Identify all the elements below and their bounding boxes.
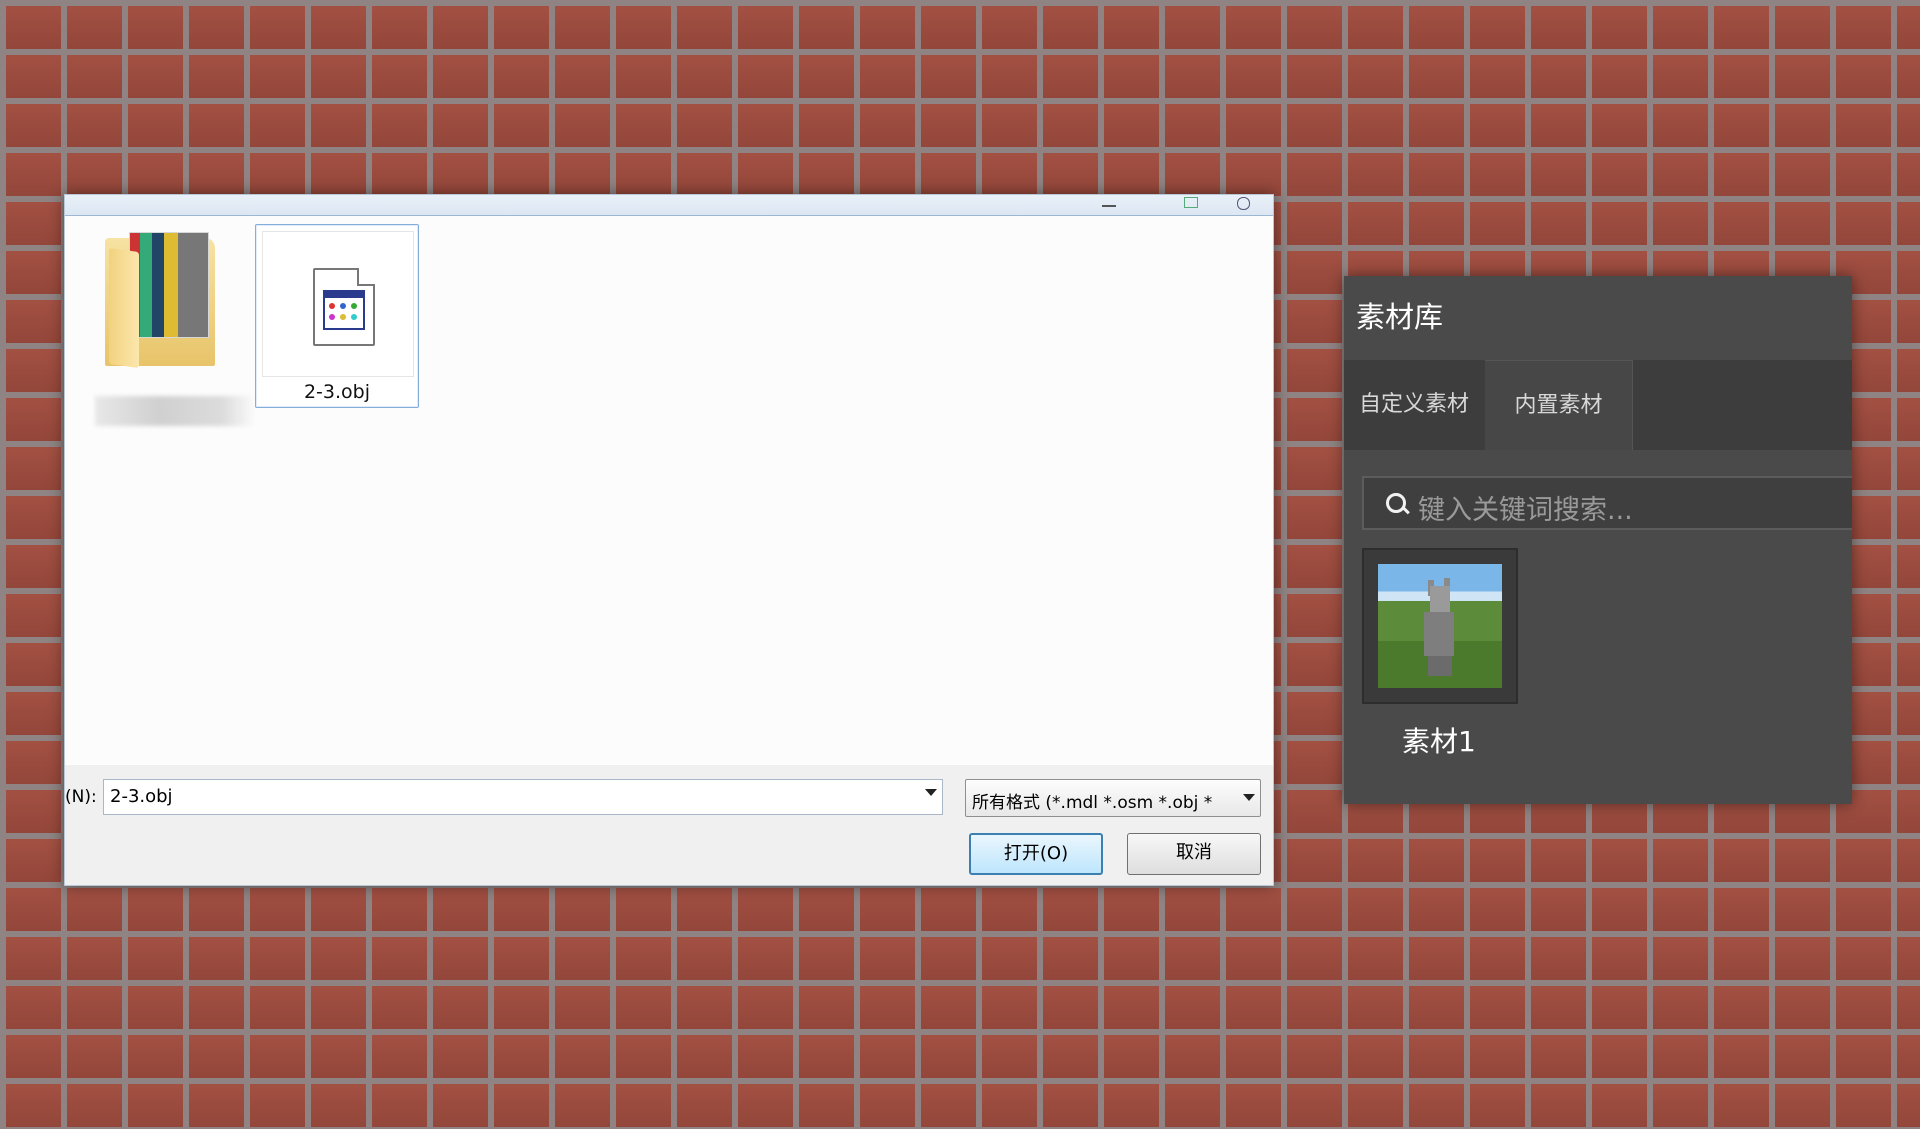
asset-card[interactable] <box>1362 548 1518 704</box>
open-button[interactable]: 打开(O) <box>969 833 1103 875</box>
asset-thumbnail <box>1378 564 1502 688</box>
minimize-icon[interactable] <box>1099 197 1119 209</box>
tab-builtin-materials[interactable]: 内置素材 <box>1485 360 1633 450</box>
file-open-dialog: 2-3.obj (N): 2-3.obj 所有格式 (*.mdl *.osm *… <box>64 194 1274 886</box>
search-placeholder: 键入关键词搜索... <box>1418 495 1633 526</box>
obj-file-icon <box>313 268 375 346</box>
library-content: 键入关键词搜索... 素材1 <box>1344 450 1852 804</box>
filetype-select[interactable]: 所有格式 (*.mdl *.osm *.obj * <box>965 779 1261 817</box>
file-thumbnail <box>262 231 414 377</box>
tab-custom-materials[interactable]: 自定义素材 <box>1344 360 1484 450</box>
filename-label: (N): <box>65 787 97 807</box>
dialog-bottom-panel: (N): 2-3.obj 所有格式 (*.mdl *.osm *.obj * 打… <box>65 765 1273 885</box>
library-tabs: 自定义素材 内置素材 <box>1344 360 1852 450</box>
filename-input[interactable]: 2-3.obj <box>103 779 943 815</box>
asset-label: 素材1 <box>1402 725 1476 758</box>
file-list: 2-3.obj <box>65 216 1273 764</box>
filetype-dropdown-icon[interactable] <box>1243 794 1255 801</box>
material-library-panel: 素材库 自定义素材 内置素材 键入关键词搜索... 素材1 <box>1344 276 1852 804</box>
file-name: 2-3.obj <box>303 381 371 403</box>
file-item-selected[interactable]: 2-3.obj <box>255 224 419 408</box>
maximize-icon[interactable] <box>1181 197 1201 209</box>
folder-icon <box>105 232 221 369</box>
folder-name-blurred <box>95 396 255 426</box>
filename-dropdown-icon[interactable] <box>925 789 937 796</box>
cancel-button[interactable]: 取消 <box>1127 833 1261 875</box>
search-icon <box>1386 493 1406 513</box>
search-input[interactable]: 键入关键词搜索... <box>1362 476 1852 530</box>
help-icon[interactable] <box>1233 197 1253 210</box>
panel-title: 素材库 <box>1356 300 1444 334</box>
dialog-title-bar <box>65 195 1273 216</box>
